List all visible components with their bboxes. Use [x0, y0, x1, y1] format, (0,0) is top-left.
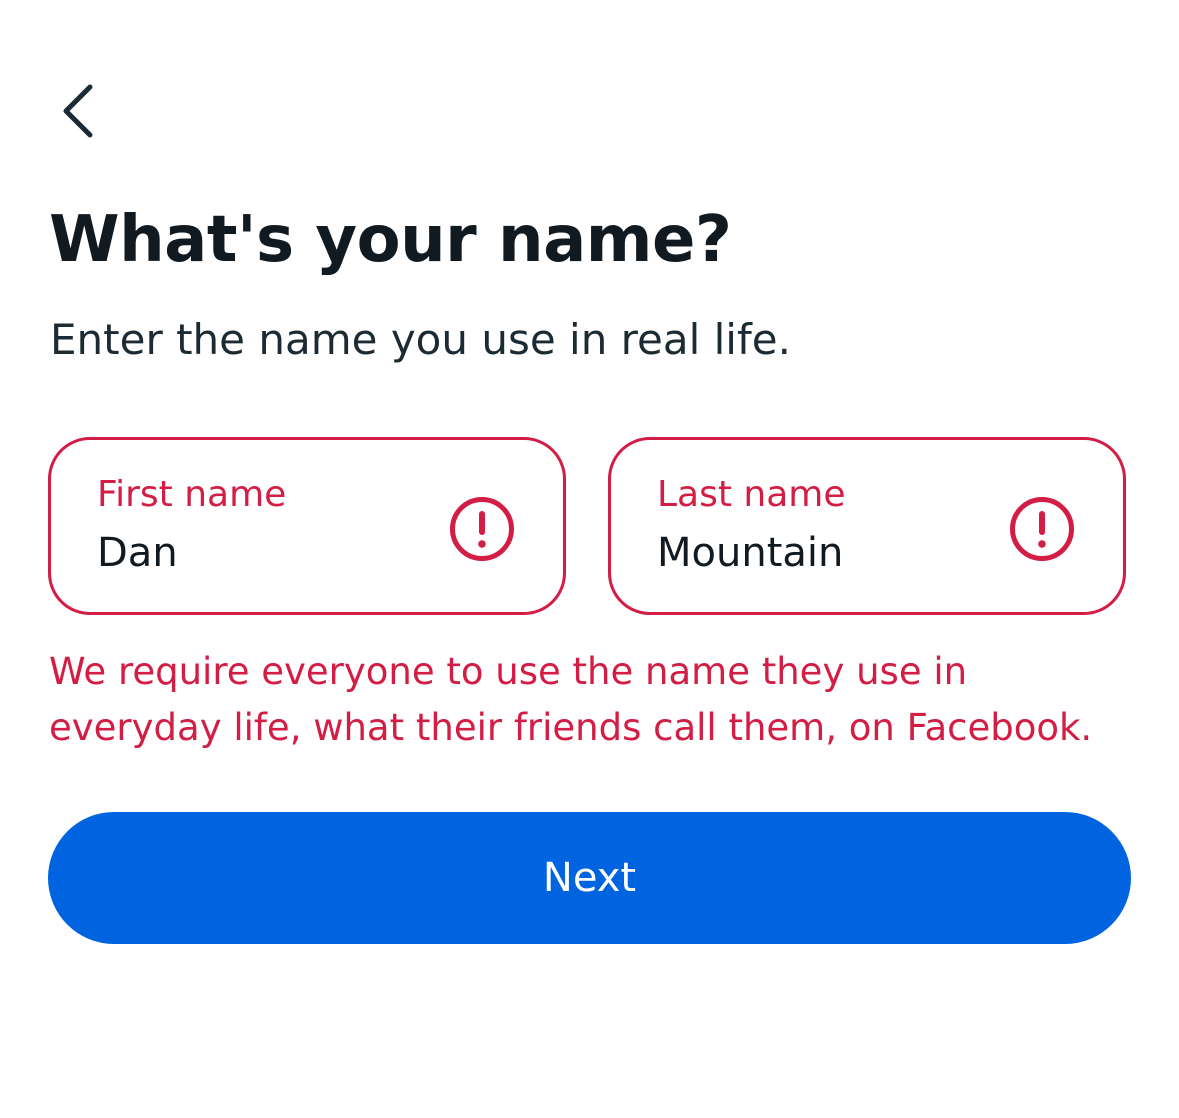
- error-exclamation-icon: [1009, 496, 1075, 562]
- last-name-input[interactable]: [657, 524, 997, 582]
- page-title: What's your name?: [49, 203, 732, 277]
- first-name-field[interactable]: First name: [48, 437, 566, 615]
- first-name-label: First name: [97, 474, 287, 515]
- next-button[interactable]: Next: [48, 812, 1131, 944]
- first-name-input[interactable]: [97, 524, 437, 582]
- last-name-label: Last name: [657, 474, 846, 515]
- back-button[interactable]: [48, 78, 108, 144]
- page-subtitle: Enter the name you use in real life.: [50, 315, 791, 364]
- chevron-left-icon: [58, 83, 98, 139]
- error-exclamation-icon: [449, 496, 515, 562]
- name-error-message: We require everyone to use the name they…: [49, 650, 1093, 749]
- last-name-field[interactable]: Last name: [608, 437, 1126, 615]
